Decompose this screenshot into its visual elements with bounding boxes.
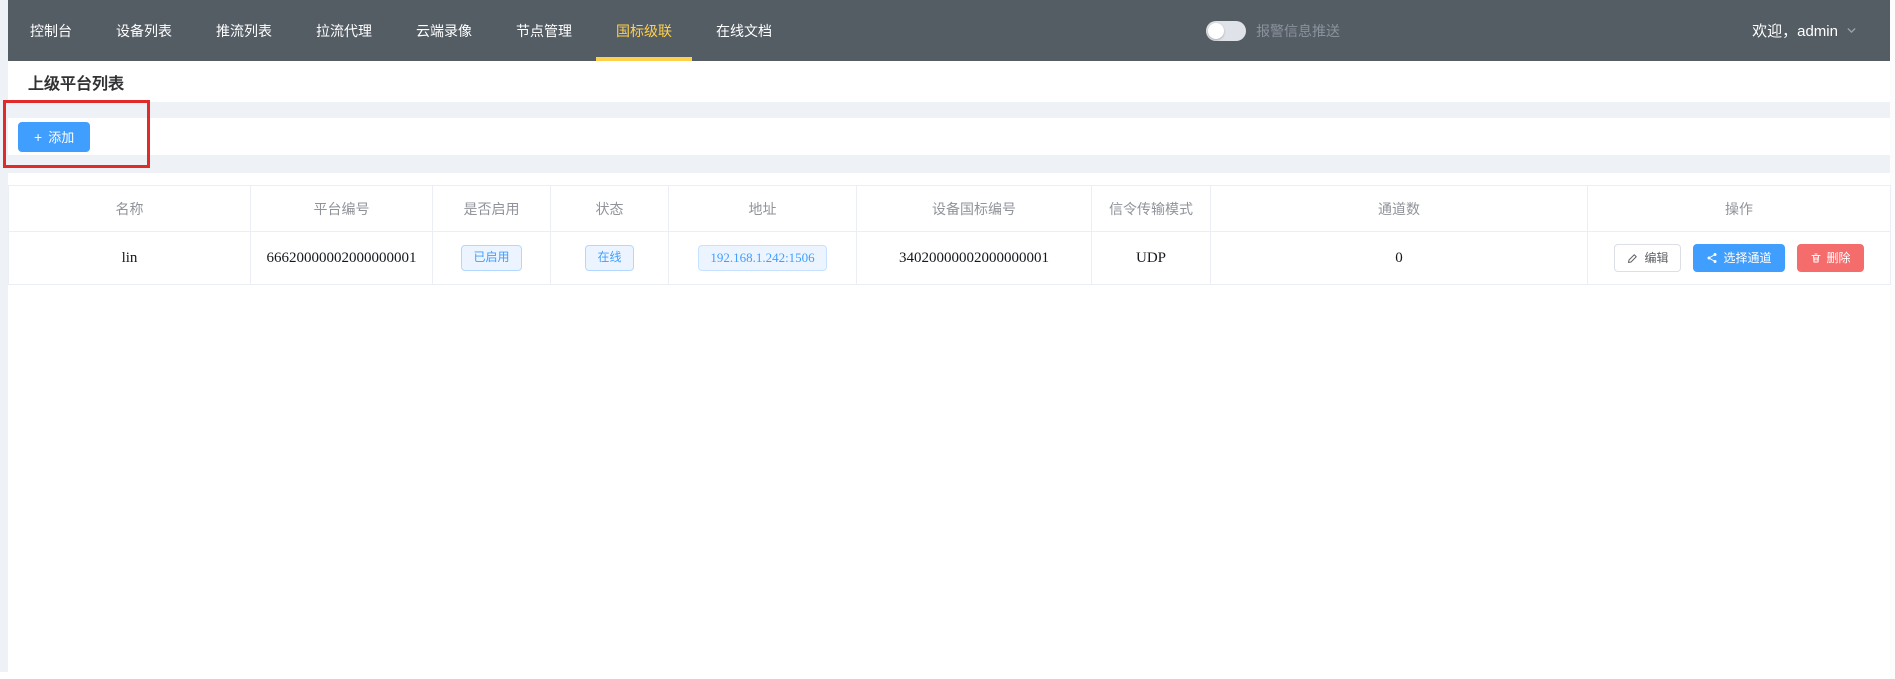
nav-item-push-list[interactable]: 推流列表 — [196, 0, 292, 61]
pen-icon — [1627, 252, 1639, 264]
alarm-push-label: 报警信息推送 — [1256, 21, 1340, 41]
chevron-down-icon — [1845, 24, 1858, 37]
col-header-operations: 操作 — [1588, 186, 1891, 232]
address-tag: 192.168.1.242:1506 — [698, 245, 826, 271]
nav-item-node-manage[interactable]: 节点管理 — [496, 0, 592, 61]
enabled-tag: 已启用 — [461, 245, 521, 270]
alarm-push-toggle-group: 报警信息推送 — [1206, 0, 1340, 61]
vertical-scrollbar[interactable] — [1890, 0, 1895, 679]
nav-item-cloud-record[interactable]: 云端录像 — [396, 0, 492, 61]
page-title: 上级平台列表 — [28, 70, 124, 94]
cell-transport: UDP — [1092, 232, 1211, 285]
select-channel-button[interactable]: 选择通道 — [1693, 244, 1784, 272]
edit-button-label: 编辑 — [1644, 252, 1668, 264]
alarm-push-toggle[interactable] — [1206, 21, 1246, 41]
col-header-device-gb-id: 设备国标编号 — [857, 186, 1092, 232]
col-header-name: 名称 — [9, 186, 251, 232]
col-header-enabled: 是否启用 — [433, 186, 551, 232]
status-tag: 在线 — [585, 245, 633, 270]
cell-name: lin — [9, 232, 251, 285]
toggle-knob — [1208, 23, 1224, 39]
spacer — [8, 155, 1890, 173]
nav-item-console[interactable]: 控制台 — [10, 0, 92, 61]
toolbar: + 添加 — [8, 118, 1890, 155]
share-icon — [1706, 252, 1718, 264]
welcome-text: 欢迎，admin — [1752, 20, 1838, 41]
select-channel-button-label: 选择通道 — [1723, 252, 1771, 264]
col-header-channel-count: 通道数 — [1211, 186, 1588, 232]
col-header-address: 地址 — [669, 186, 857, 232]
col-header-transport: 信令传输模式 — [1092, 186, 1211, 232]
cell-channel-count: 0 — [1211, 232, 1588, 285]
title-bar: 上级平台列表 — [8, 61, 1890, 102]
spacer — [8, 102, 1890, 118]
platform-table: 名称 平台编号 是否启用 状态 地址 设备国标编号 信令传输模式 通道数 操作 … — [8, 185, 1891, 285]
delete-button[interactable]: 删除 — [1797, 244, 1864, 272]
bottom-strip — [0, 672, 1890, 679]
col-header-status: 状态 — [551, 186, 669, 232]
edit-button[interactable]: 编辑 — [1614, 244, 1681, 272]
add-button[interactable]: + 添加 — [18, 122, 90, 152]
user-menu[interactable]: 欢迎，admin — [1752, 0, 1890, 61]
plus-icon: + — [34, 130, 42, 144]
nav-item-gb-cascade[interactable]: 国标级联 — [596, 0, 692, 61]
delete-button-label: 删除 — [1827, 252, 1851, 264]
col-header-platform-id: 平台编号 — [251, 186, 433, 232]
cell-device-gb-id: 34020000002000000001 — [857, 232, 1092, 285]
cell-enabled: 已启用 — [433, 232, 551, 285]
row-actions: 编辑 选择通道 删除 — [1588, 244, 1890, 272]
nav-item-online-docs[interactable]: 在线文档 — [696, 0, 792, 61]
cell-status: 在线 — [551, 232, 669, 285]
table-row: lin 66620000002000000001 已启用 在线 192.168.… — [9, 232, 1891, 285]
platform-table-card: 名称 平台编号 是否启用 状态 地址 设备国标编号 信令传输模式 通道数 操作 … — [8, 173, 1890, 672]
nav-item-device-list[interactable]: 设备列表 — [96, 0, 192, 61]
cell-operations: 编辑 选择通道 删除 — [1588, 232, 1891, 285]
table-header-row: 名称 平台编号 是否启用 状态 地址 设备国标编号 信令传输模式 通道数 操作 — [9, 186, 1891, 232]
cell-platform-id: 66620000002000000001 — [251, 232, 433, 285]
cell-address: 192.168.1.242:1506 — [669, 232, 857, 285]
add-button-label: 添加 — [48, 127, 74, 146]
main-content: 控制台 设备列表 推流列表 拉流代理 云端录像 节点管理 国标级联 在线文档 报… — [8, 0, 1890, 672]
top-navbar: 控制台 设备列表 推流列表 拉流代理 云端录像 节点管理 国标级联 在线文档 报… — [8, 0, 1890, 61]
nav-item-pull-proxy[interactable]: 拉流代理 — [296, 0, 392, 61]
trash-icon — [1810, 252, 1822, 264]
